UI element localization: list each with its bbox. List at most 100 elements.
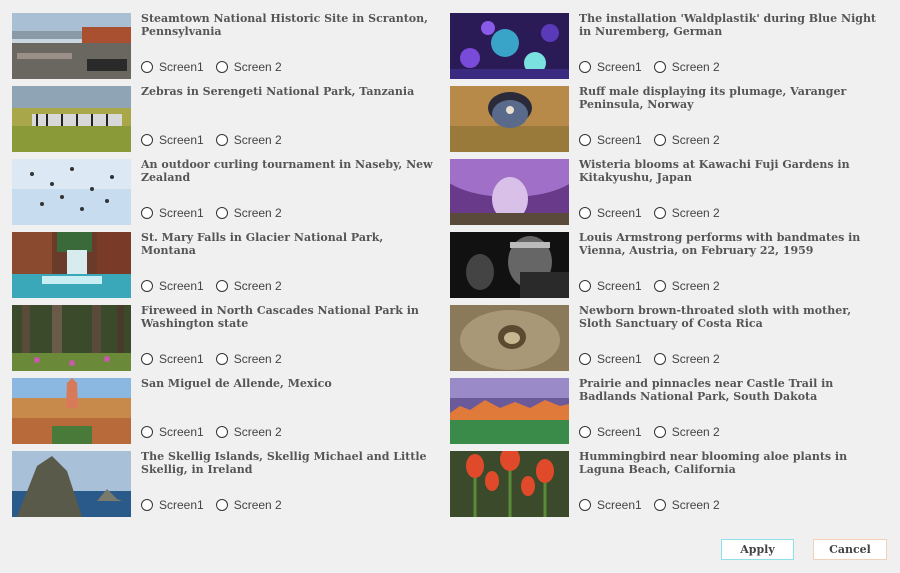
screen2-radio[interactable]: Screen 2 [215,352,282,366]
radio-circle-icon[interactable] [653,207,666,219]
screen2-radio[interactable]: Screen 2 [215,206,282,220]
ruff-image [450,86,569,152]
screen1-radio[interactable]: Screen1 [579,352,642,366]
screen2-radio[interactable]: Screen 2 [653,206,720,220]
screen2-radio[interactable]: Screen 2 [653,498,720,512]
radio-circle-icon[interactable] [215,499,228,511]
screen1-radio[interactable]: Screen1 [579,279,642,293]
screen1-radio[interactable]: Screen1 [141,279,204,293]
wallpaper-caption: Newborn brown-throated sloth with mother… [579,304,852,330]
screen1-radio[interactable]: Screen1 [579,498,642,512]
radio-circle-icon[interactable] [653,353,666,365]
radio-circle-icon[interactable] [141,61,153,73]
screen2-radio[interactable]: Screen 2 [653,133,720,147]
screen2-label: Screen 2 [671,279,720,293]
wallpaper-thumbnail [450,451,569,517]
radio-circle-icon[interactable] [215,353,228,365]
wallpaper-thumbnail [450,232,569,298]
screen1-label: Screen1 [159,133,204,147]
screen1-radio[interactable]: Screen1 [579,133,642,147]
screen-radio-group: Screen1 Screen 2 [141,279,294,293]
radio-circle-icon[interactable] [579,426,591,438]
screen1-radio[interactable]: Screen1 [141,206,204,220]
wallpaper-caption: The installation 'Waldplastik' during Bl… [579,12,877,38]
wallpaper-caption: Zebras in Serengeti National Park, Tanza… [141,85,415,98]
wallpaper-caption: Wisteria blooms at Kawachi Fuji Gardens … [579,158,850,184]
radio-circle-icon[interactable] [579,134,591,146]
wallpaper-item: An outdoor curling tournament in Naseby,… [12,158,450,231]
screen1-radio[interactable]: Screen1 [579,425,642,439]
screen1-label: Screen1 [159,60,204,74]
wallpaper-item: Newborn brown-throated sloth with mother… [450,304,888,377]
screen1-radio[interactable]: Screen1 [579,60,642,74]
radio-circle-icon[interactable] [215,207,228,219]
wallpaper-item: Zebras in Serengeti National Park, Tanza… [12,85,450,158]
screen1-label: Screen1 [597,498,642,512]
aloe-image [450,451,569,517]
screen2-radio[interactable]: Screen 2 [653,352,720,366]
wallpaper-thumbnail [450,378,569,444]
screen2-radio[interactable]: Screen 2 [653,279,720,293]
radio-circle-icon[interactable] [141,207,153,219]
radio-circle-icon[interactable] [653,499,666,511]
radio-circle-icon[interactable] [579,61,591,73]
screen1-radio[interactable]: Screen1 [141,498,204,512]
radio-circle-icon[interactable] [653,61,666,73]
wallpaper-thumbnail [12,451,131,517]
wallpaper-item: Wisteria blooms at Kawachi Fuji Gardens … [450,158,888,231]
screen2-label: Screen 2 [671,498,720,512]
screen-radio-group: Screen1 Screen 2 [579,425,732,439]
radio-circle-icon[interactable] [141,280,153,292]
badlands-image [450,378,569,444]
screen1-radio[interactable]: Screen1 [141,133,204,147]
radio-circle-icon[interactable] [141,499,153,511]
wallpaper-item: The Skellig Islands, Skellig Michael and… [12,450,450,523]
screen2-radio[interactable]: Screen 2 [215,279,282,293]
radio-circle-icon[interactable] [579,280,591,292]
apply-button[interactable]: Apply [721,539,794,560]
radio-circle-icon[interactable] [215,134,228,146]
screen2-label: Screen 2 [233,133,282,147]
radio-circle-icon[interactable] [141,353,153,365]
radio-circle-icon[interactable] [579,353,591,365]
wallpaper-grid: Steamtown National Historic Site in Scra… [12,12,888,523]
radio-circle-icon[interactable] [653,134,666,146]
screen1-label: Screen1 [159,206,204,220]
radio-circle-icon[interactable] [215,61,228,73]
screen2-radio[interactable]: Screen 2 [215,498,282,512]
screen1-radio[interactable]: Screen1 [141,352,204,366]
screen1-radio[interactable]: Screen1 [579,206,642,220]
cancel-button[interactable]: Cancel [813,539,887,560]
wallpaper-thumbnail [450,13,569,79]
radio-circle-icon[interactable] [653,426,666,438]
wallpaper-thumbnail [450,159,569,225]
falls-image [12,232,131,298]
wallpaper-thumbnail [12,232,131,298]
screen2-label: Screen 2 [671,133,720,147]
wallpaper-caption: San Miguel de Allende, Mexico [141,377,332,390]
radio-circle-icon[interactable] [215,280,228,292]
radio-circle-icon[interactable] [215,426,228,438]
screen-radio-group: Screen1 Screen 2 [579,133,732,147]
radio-circle-icon[interactable] [579,499,591,511]
screen2-radio[interactable]: Screen 2 [215,425,282,439]
radio-circle-icon[interactable] [141,426,153,438]
radio-circle-icon[interactable] [653,280,666,292]
wallpaper-thumbnail [12,305,131,371]
screen-radio-group: Screen1 Screen 2 [579,279,732,293]
screen2-radio[interactable]: Screen 2 [653,425,720,439]
wisteria-image [450,159,569,225]
screen1-label: Screen1 [159,279,204,293]
radio-circle-icon[interactable] [579,207,591,219]
screen1-radio[interactable]: Screen1 [141,60,204,74]
wallpaper-caption: Prairie and pinnacles near Castle Trail … [579,377,834,403]
screen2-label: Screen 2 [671,352,720,366]
screen2-radio[interactable]: Screen 2 [653,60,720,74]
screen-radio-group: Screen1 Screen 2 [141,352,294,366]
screen2-radio[interactable]: Screen 2 [215,60,282,74]
wallpaper-caption: Hummingbird near blooming aloe plants in… [579,450,848,476]
radio-circle-icon[interactable] [141,134,153,146]
screen1-radio[interactable]: Screen1 [141,425,204,439]
screen2-radio[interactable]: Screen 2 [215,133,282,147]
steamtown-image [12,13,131,79]
